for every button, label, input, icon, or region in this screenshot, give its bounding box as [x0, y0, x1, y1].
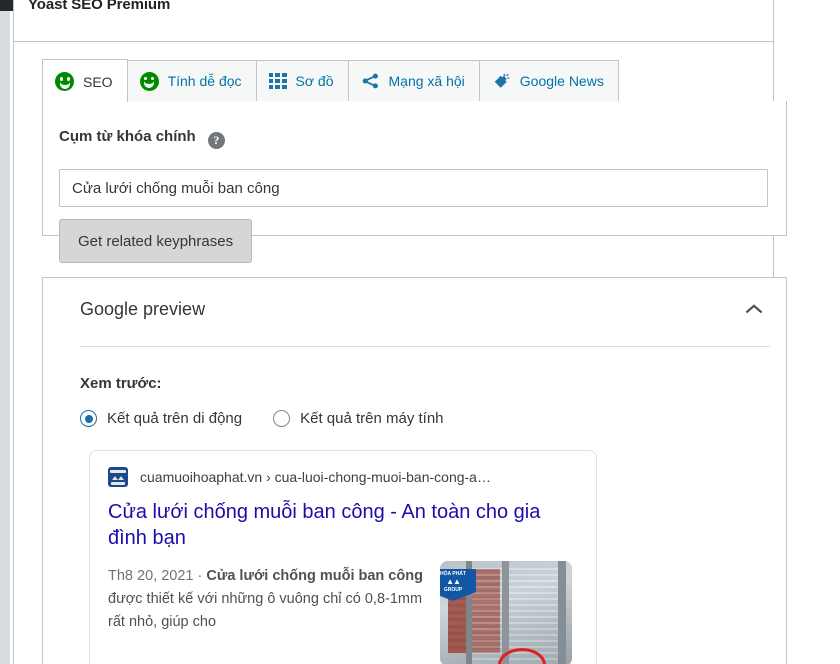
- serp-thumbnail-image: HÒA PHÁT ▲▲ GROUP: [440, 561, 572, 664]
- tab-social-label: Mạng xã hội: [388, 73, 465, 89]
- metabox-title: Yoast SEO Premium: [28, 0, 171, 13]
- yoast-seo-metabox: Yoast SEO Premium SEO Tính dễ đọc Sơ đồ: [13, 0, 787, 664]
- keyphrase-label-text: Cụm từ khóa chính: [59, 128, 196, 145]
- serp-date: Th8 20, 2021: [108, 568, 194, 584]
- tab-readability-label: Tính dễ đọc: [167, 73, 242, 89]
- google-preview-divider: [80, 346, 770, 347]
- radio-desktop-result[interactable]: Kết quả trên máy tính: [273, 410, 444, 427]
- tab-social[interactable]: Mạng xã hội: [347, 60, 480, 101]
- share-icon: [361, 72, 380, 90]
- serp-desc-rest: được thiết kế với những ô vuông chỉ có 0…: [108, 590, 423, 630]
- tab-google-news-label: Google News: [519, 73, 604, 89]
- serp-date-separator: ·: [193, 568, 207, 584]
- metabox-inner: SEO Tính dễ đọc Sơ đồ Mạng xã hội Google…: [28, 42, 787, 664]
- tab-seo-label: SEO: [83, 73, 113, 90]
- serp-desc-keyphrase: Cửa lưới chống muỗi ban công: [206, 568, 423, 584]
- tab-seo[interactable]: SEO: [42, 59, 128, 102]
- radio-dot-desktop: [273, 410, 291, 427]
- tab-readability[interactable]: Tính dễ đọc: [126, 60, 257, 101]
- plug-icon: [492, 72, 511, 90]
- preview-mode-radio-group: Kết quả trên di động Kết quả trên máy tí…: [80, 410, 444, 427]
- radio-mobile-result[interactable]: Kết quả trên di động: [80, 410, 242, 427]
- smiley-green-icon: [55, 72, 74, 91]
- radio-desktop-label: Kết quả trên máy tính: [300, 410, 444, 427]
- keyphrase-input[interactable]: [59, 169, 768, 207]
- serp-description: Th8 20, 2021 · Cửa lưới chống muỗi ban c…: [108, 565, 435, 634]
- admin-menu-gutter: [0, 11, 10, 664]
- keyphrase-label: Cụm từ khóa chính ?: [59, 128, 225, 149]
- smiley-green-icon: [139, 71, 159, 91]
- chevron-up-icon[interactable]: [743, 300, 765, 318]
- serp-preview-card: cuamuoihoaphat.vn › cua-luoi-chong-muoi-…: [89, 450, 597, 664]
- tab-schema[interactable]: Sơ đồ: [255, 60, 349, 101]
- radio-mobile-label: Kết quả trên di động: [107, 410, 243, 427]
- screenshot-root: Yoast SEO Premium SEO Tính dễ đọc Sơ đồ: [0, 0, 840, 664]
- tab-schema-label: Sơ đồ: [295, 73, 334, 89]
- radio-dot-mobile: [80, 410, 97, 427]
- site-favicon-icon: [108, 467, 128, 487]
- preview-mode-label: Xem trước:: [80, 375, 162, 392]
- get-related-keyphrases-button[interactable]: Get related keyphrases: [59, 219, 253, 263]
- serp-title[interactable]: Cửa lưới chống muỗi ban công - An toàn c…: [108, 499, 558, 551]
- serp-url: cuamuoihoaphat.vn › cua-luoi-chong-muoi-…: [140, 469, 491, 485]
- grid-icon: [268, 73, 287, 89]
- google-preview-title: Google preview: [80, 299, 206, 319]
- tab-google-news[interactable]: Google News: [478, 60, 619, 101]
- yoast-tab-strip: SEO Tính dễ đọc Sơ đồ Mạng xã hội Google…: [42, 59, 619, 102]
- serp-url-row: cuamuoihoaphat.vn › cua-luoi-chong-muoi-…: [108, 467, 491, 487]
- badge-line-2: GROUP: [443, 586, 463, 593]
- google-preview-section: Google preview Xem trước: Kết quả trên d…: [42, 277, 787, 664]
- seo-tab-panel: Cụm từ khóa chính ? Get related keyphras…: [42, 101, 787, 263]
- help-circle-icon[interactable]: ?: [207, 132, 225, 149]
